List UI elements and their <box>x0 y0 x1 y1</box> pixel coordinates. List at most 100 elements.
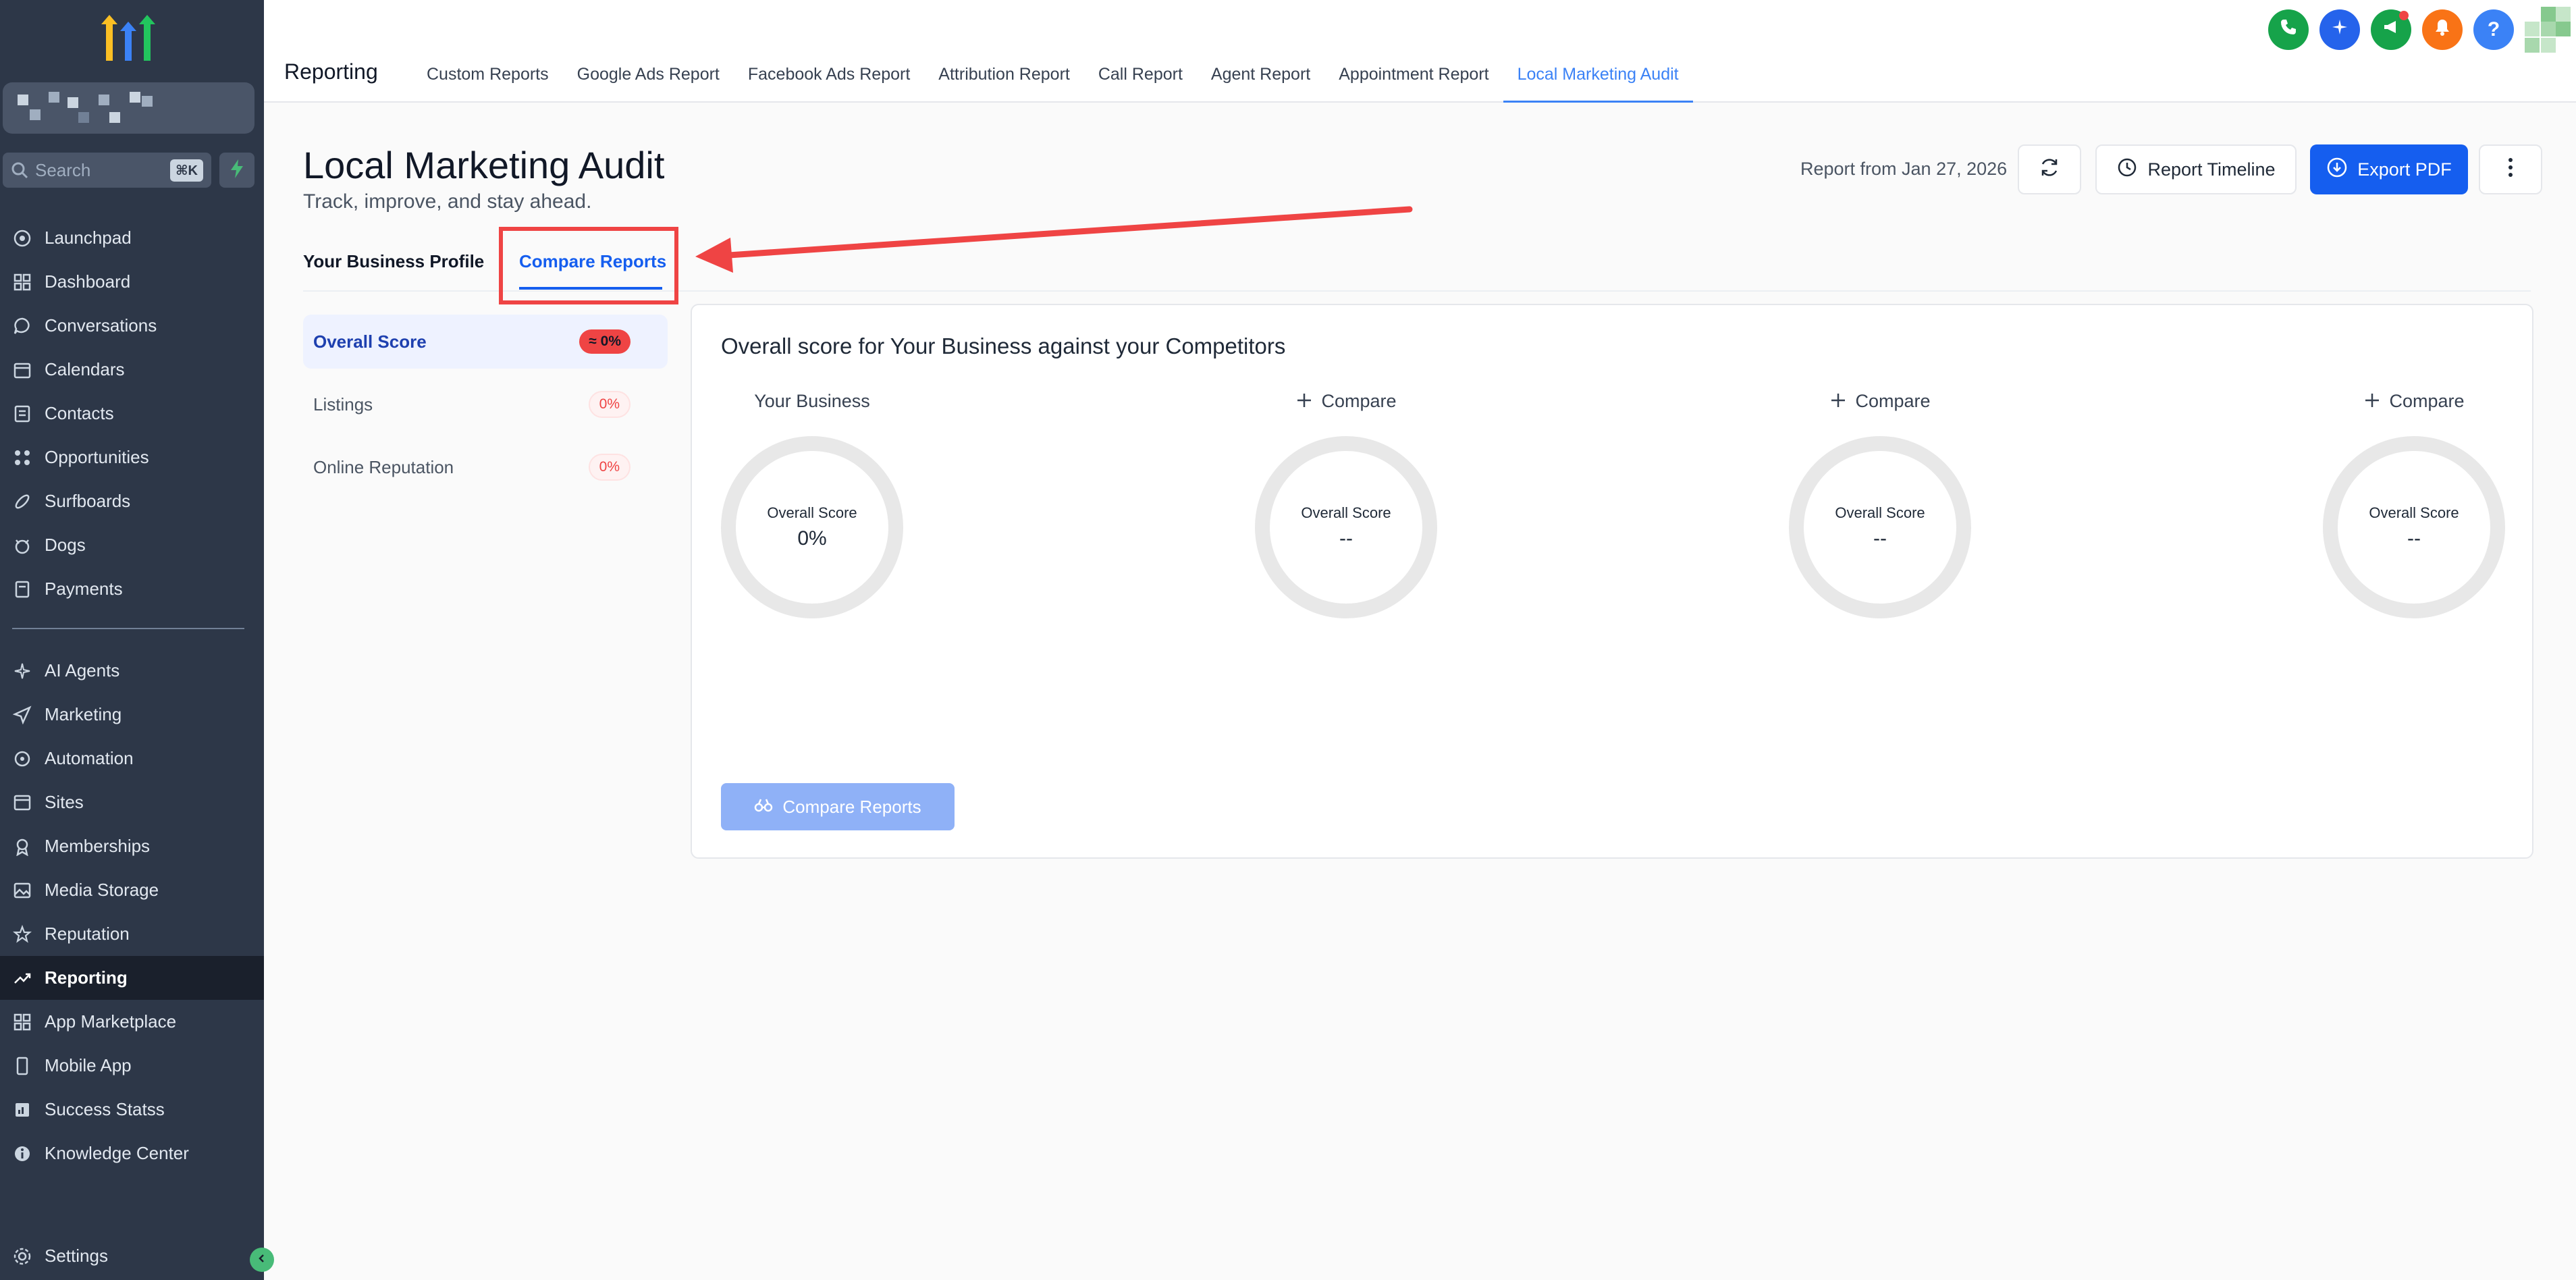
phone-icon <box>2278 17 2299 43</box>
tab-your-business-profile[interactable]: Your Business Profile <box>303 251 484 272</box>
send-icon <box>11 703 34 726</box>
sidebar-item-calendars[interactable]: Calendars <box>0 348 264 392</box>
report-tabs: Custom Reports Google Ads Report Faceboo… <box>412 54 1693 103</box>
menu-item-label: Overall Score <box>313 331 427 352</box>
tab-appointment-report[interactable]: Appointment Report <box>1324 54 1503 103</box>
quick-action-button[interactable] <box>219 153 254 188</box>
download-icon <box>2326 157 2348 183</box>
help-button[interactable]: ? <box>2473 9 2514 50</box>
column-heading: Compare <box>1321 390 1397 411</box>
add-competitor-button[interactable]: Compare <box>2323 388 2505 415</box>
sidebar-item-success-stats[interactable]: Success Statss <box>0 1088 264 1131</box>
rocket-icon <box>11 227 34 250</box>
more-options-button[interactable] <box>2479 144 2542 194</box>
sparkle-icon <box>2330 17 2350 43</box>
tab-custom-reports[interactable]: Custom Reports <box>412 54 563 103</box>
sidebar-item-label: Automation <box>45 748 134 768</box>
add-competitor-button[interactable]: Compare <box>1255 388 1437 415</box>
sidebar-item-media-storage[interactable]: Media Storage <box>0 868 264 912</box>
score-column-competitor-2: Compare Overall Score -- <box>1789 388 1971 618</box>
tab-call-report[interactable]: Call Report <box>1084 54 1197 103</box>
sidebar-item-contacts[interactable]: Contacts <box>0 392 264 435</box>
grid-icon <box>11 271 34 294</box>
sidebar-item-automation[interactable]: Automation <box>0 737 264 780</box>
bolt-icon <box>230 159 244 182</box>
sidebar-item-payments[interactable]: Payments <box>0 567 264 611</box>
sidebar-item-label: Success Statss <box>45 1099 165 1119</box>
tab-facebook-ads-report[interactable]: Facebook Ads Report <box>734 54 924 103</box>
menu-item-overall-score[interactable]: Overall Score ≈ 0% <box>303 315 668 369</box>
sidebar-item-settings[interactable]: Settings <box>0 1234 264 1278</box>
sidebar-item-label: Dogs <box>45 535 86 555</box>
image-icon <box>11 879 34 902</box>
sidebar-item-label: Payments <box>45 579 123 599</box>
compare-reports-button[interactable]: Compare Reports <box>721 783 955 830</box>
apps-icon <box>11 1011 34 1034</box>
report-timeline-button[interactable]: Report Timeline <box>2095 144 2297 194</box>
sidebar-item-reputation[interactable]: Reputation <box>0 912 264 956</box>
sidebar-item-memberships[interactable]: Memberships <box>0 824 264 868</box>
score-value: -- <box>2407 527 2421 550</box>
notifications-button[interactable] <box>2422 9 2463 50</box>
report-timeline-label: Report Timeline <box>2147 159 2276 180</box>
app-logo[interactable] <box>95 12 162 66</box>
sidebar-item-marketing[interactable]: Marketing <box>0 693 264 737</box>
page-title: Local Marketing Audit <box>303 144 665 186</box>
sidebar-item-label: Opportunities <box>45 447 149 467</box>
sidebar-nav-primary: Launchpad Dashboard Conversations Calend… <box>0 216 264 611</box>
tab-attribution-report[interactable]: Attribution Report <box>924 54 1084 103</box>
history-icon <box>2116 157 2138 183</box>
notification-dot <box>2399 11 2409 20</box>
star-icon <box>11 923 34 946</box>
chat-icon <box>11 315 34 338</box>
tab-local-marketing-audit[interactable]: Local Marketing Audit <box>1503 54 1693 103</box>
ai-assist-button[interactable] <box>2319 9 2360 50</box>
phone-button[interactable] <box>2268 9 2309 50</box>
sidebar-nav-footer: Settings <box>0 1234 264 1278</box>
export-pdf-button[interactable]: Export PDF <box>2310 144 2468 194</box>
sidebar-item-launchpad[interactable]: Launchpad <box>0 216 264 260</box>
score-ring: Overall Score -- <box>1789 436 1971 618</box>
refresh-button[interactable] <box>2018 144 2081 194</box>
tab-agent-report[interactable]: Agent Report <box>1197 54 1324 103</box>
sidebar-item-reporting[interactable]: Reporting <box>0 956 264 1000</box>
sidebar-item-label: Media Storage <box>45 880 159 900</box>
card-title: Overall score for Your Business against … <box>721 334 1286 358</box>
sidebar-item-label: Marketing <box>45 704 122 724</box>
search-placeholder: Search <box>35 159 91 180</box>
score-label: Overall Score <box>1835 504 1925 521</box>
surfboard-icon <box>11 490 34 513</box>
page-subtitle: Track, improve, and stay ahead. <box>303 190 592 213</box>
gear-icon <box>11 1245 34 1268</box>
header-actions: ? <box>2268 7 2571 53</box>
user-avatar[interactable] <box>2525 7 2571 53</box>
menu-item-online-reputation[interactable]: Online Reputation 0% <box>303 440 668 494</box>
bell-icon <box>2432 17 2452 43</box>
score-ring: Overall Score -- <box>2323 436 2505 618</box>
sidebar-item-dashboard[interactable]: Dashboard <box>0 260 264 304</box>
add-competitor-button[interactable]: Compare <box>1789 388 1971 415</box>
sidebar-item-sites[interactable]: Sites <box>0 780 264 824</box>
score-column-competitor-1: Compare Overall Score -- <box>1255 388 1437 618</box>
sidebar: Search ⌘K Launchpad Dashboard Conversati… <box>0 0 264 1280</box>
menu-item-listings[interactable]: Listings 0% <box>303 377 668 431</box>
sidebar-item-app-marketplace[interactable]: App Marketplace <box>0 1000 264 1044</box>
sidebar-item-knowledge-center[interactable]: Knowledge Center <box>0 1131 264 1175</box>
sidebar-item-conversations[interactable]: Conversations <box>0 304 264 348</box>
section-title: Reporting <box>284 59 378 84</box>
account-switcher[interactable] <box>3 82 254 134</box>
sidebar-item-surfboards[interactable]: Surfboards <box>0 479 264 523</box>
sidebar-item-dogs[interactable]: Dogs <box>0 523 264 567</box>
tab-google-ads-report[interactable]: Google Ads Report <box>563 54 734 103</box>
sidebar-search[interactable]: Search ⌘K <box>3 153 211 188</box>
trend-icon <box>11 967 34 990</box>
sidebar-item-ai-agents[interactable]: AI Agents <box>0 649 264 693</box>
sidebar-item-label: Launchpad <box>45 228 132 248</box>
announcements-button[interactable] <box>2371 9 2411 50</box>
refresh-icon <box>2038 156 2061 184</box>
calendar-icon <box>11 358 34 381</box>
sidebar-item-opportunities[interactable]: Opportunities <box>0 435 264 479</box>
sidebar-item-mobile-app[interactable]: Mobile App <box>0 1044 264 1088</box>
score-category-menu: Overall Score ≈ 0% Listings 0% Online Re… <box>303 315 668 503</box>
compare-reports-label: Compare Reports <box>782 796 921 817</box>
